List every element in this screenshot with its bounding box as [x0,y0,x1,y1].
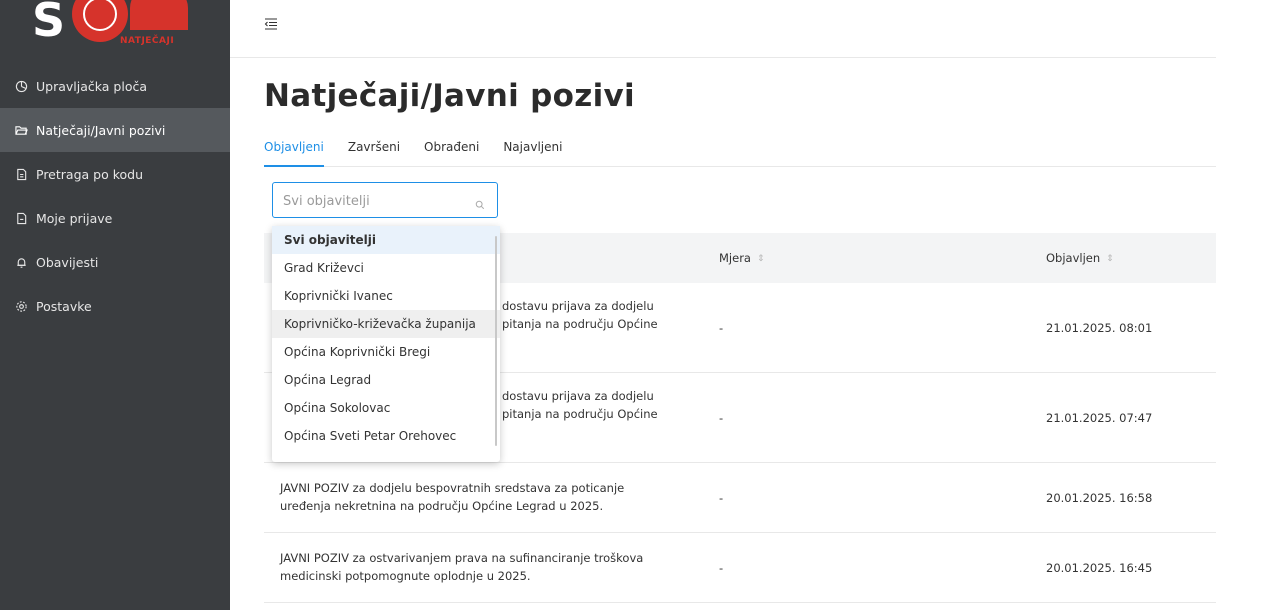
sidebar-nav: Upravljačka ploča Natječaji/Javni pozivi… [0,64,230,328]
sidebar-item-dashboard[interactable]: Upravljačka ploča [0,64,230,108]
row-title-line: dostavu prijava za dodjelu [502,299,654,313]
logo-letter-s: S [32,0,66,47]
row-date: 21.01.2025. 08:01 [1046,321,1153,335]
dropdown-option[interactable]: Svi objavitelji [272,226,500,254]
row-title-line: uređenja nekretnina na području Općine L… [280,499,604,513]
logo-text: NATJEČAJI [120,36,175,46]
dropdown-option[interactable]: Općina Sveti Petar Orehovec [272,422,500,450]
sidebar-item-label: Pretraga po kodu [36,166,143,182]
sidebar-item-natjecaji[interactable]: Natječaji/Javni pozivi [0,108,230,152]
bell-icon [14,255,28,269]
tab-najavljeni[interactable]: Najavljeni [503,134,562,167]
column-header-label: Mjera [719,251,751,265]
row-title-line: dostavu prijava za dodjelu [502,389,654,403]
row-title[interactable]: JAVNI POZIV za ostvarivanjem prava na su… [280,549,700,585]
sidebar-item-label: Moje prijave [36,210,113,226]
row-title[interactable]: dostavu prijava za dodjelu pitanja na po… [502,297,702,333]
column-header-label: Objavljen [1046,251,1101,265]
row-title-line: JAVNI POZIV za dodjelu bespovratnih sred… [280,481,625,495]
row-date: 20.01.2025. 16:58 [1046,491,1153,505]
dropdown-option[interactable]: Općina Legrad [272,366,500,394]
sidebar-item-obavijesti[interactable]: Obavijesti [0,240,230,284]
column-header-mjera[interactable]: Mjera ⇕ [719,251,765,265]
sidebar-item-label: Natječaji/Javni pozivi [36,122,166,138]
document-icon [14,167,28,181]
row-title-line: JAVNI POZIV za ostvarivanjem prava na su… [280,551,644,565]
publisher-dropdown: Svi objavitelji Grad Križevci Koprivničk… [272,226,500,462]
sidebar-item-pretraga[interactable]: Pretraga po kodu [0,152,230,196]
page-title: Natječaji/Javni pozivi [264,78,635,114]
row-title-line: pitanja na području Općine [502,317,658,331]
row-title-line: medicinski potpomognute oplodnje u 2025. [280,569,531,583]
topbar [230,0,1216,58]
publisher-search-input[interactable] [283,191,463,211]
tab-obradeni[interactable]: Obrađeni [424,134,479,167]
row-mjera: - [719,411,724,425]
sort-icon[interactable]: ⇕ [1106,254,1114,264]
row-title[interactable]: JAVNI POZIV za dodjelu bespovratnih sred… [280,479,700,515]
menu-toggle-icon[interactable] [264,16,278,30]
sidebar-item-postavke[interactable]: Postavke [0,284,230,328]
search-icon [475,195,487,210]
logo-letter-m [130,0,188,30]
sidebar-item-label: Postavke [36,298,92,314]
dropdown-option[interactable]: Koprivničko-križevačka županija [272,310,500,338]
sidebar-item-moje-prijave[interactable]: Moje prijave [0,196,230,240]
sort-icon[interactable]: ⇕ [757,254,765,264]
row-mjera: - [719,561,724,575]
row-mjera: - [719,491,724,505]
publisher-select[interactable] [272,182,498,218]
dropdown-option[interactable]: Općina Sokolovac [272,394,500,422]
column-header-objavljen[interactable]: Objavljen ⇕ [1046,251,1114,265]
dropdown-option[interactable]: Koprivnički Ivanec [272,282,500,310]
folder-open-icon [14,123,28,137]
row-title-line: pitanja na području Općine [502,407,658,421]
dropdown-scrollbar[interactable] [495,236,497,446]
row-date: 21.01.2025. 07:47 [1046,411,1153,425]
sidebar: S NATJEČAJI Upravljačka ploča Natječaji/… [0,0,230,610]
dropdown-option[interactable]: Općina Koprivnički Bregi [272,338,500,366]
row-title[interactable]: dostavu prijava za dodjelu pitanja na po… [502,387,702,423]
row-date: 20.01.2025. 16:45 [1046,561,1153,575]
sidebar-item-label: Upravljačka ploča [36,78,147,94]
sidebar-item-label: Obavijesti [36,254,99,270]
dropdown-option[interactable]: Grad Križevci [272,254,500,282]
table-row[interactable]: JAVNI POZIV za dodjelu bespovratnih sred… [264,463,1216,533]
tab-objavljeni[interactable]: Objavljeni [264,134,324,167]
tab-zavrseni[interactable]: Završeni [348,134,400,167]
gear-icon [14,299,28,313]
table-row[interactable]: JAVNI POZIV za ostvarivanjem prava na su… [264,533,1216,603]
row-mjera: - [719,321,724,335]
file-icon [14,211,28,225]
tabs: Objavljeni Završeni Obrađeni Najavljeni [264,134,1216,167]
logo[interactable]: S NATJEČAJI [32,0,202,52]
dashboard-icon [14,79,28,93]
